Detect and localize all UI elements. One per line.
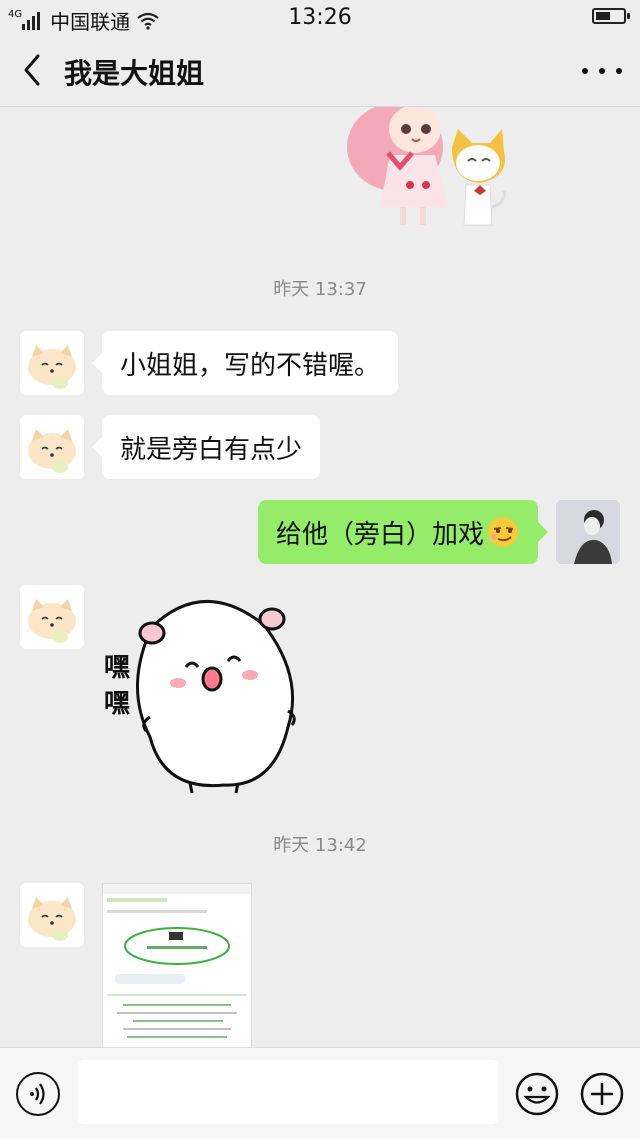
chevron-left-icon[interactable] — [18, 52, 48, 88]
battery-icon — [592, 8, 630, 24]
status-time: 13:26 — [288, 5, 352, 30]
timestamp: 昨天 13:37 — [273, 279, 367, 300]
sticker-text: 嘿 — [104, 689, 131, 719]
avatar[interactable] — [20, 331, 84, 395]
anime-girl-sticker[interactable] — [340, 107, 520, 237]
input-bar — [0, 1047, 640, 1139]
message-text: 给他（旁白）加戏 — [275, 519, 484, 550]
status-bar: 4G 中国联通 13:26 — [0, 0, 640, 34]
chat-title: 我是大姐姐 — [64, 57, 205, 90]
plus-icon[interactable] — [580, 1072, 624, 1116]
bear-sticker[interactable]: 嘿 嘿 — [104, 587, 304, 797]
smirk-emoji-icon — [488, 517, 518, 547]
cat-avatar-image — [28, 429, 76, 473]
cat-avatar-image — [28, 897, 76, 941]
voice-waves — [30, 1083, 45, 1105]
profile-photo — [556, 500, 620, 564]
screenshot-thumbnail — [103, 884, 251, 1038]
timestamp: 昨天 13:42 — [273, 835, 367, 856]
message-bubble[interactable]: 就是旁白有点少 — [91, 415, 321, 479]
message-input[interactable] — [78, 1060, 498, 1124]
avatar[interactable] — [20, 585, 84, 649]
avatar[interactable] — [20, 415, 84, 479]
message-bubble[interactable]: 小姐姐，写的不错喔。 — [91, 331, 399, 395]
my-message-bubble[interactable]: 给他（旁白）加戏 — [257, 500, 549, 564]
smiley-icon[interactable] — [515, 1072, 559, 1116]
my-avatar[interactable] — [556, 500, 620, 564]
sticker-text: 嘿 — [104, 653, 131, 683]
voice-icon[interactable] — [16, 1072, 60, 1116]
white-bear-image — [136, 600, 296, 794]
avatar[interactable] — [20, 883, 84, 947]
cat-avatar-image — [28, 345, 76, 389]
more-dots-icon[interactable] — [582, 56, 622, 86]
cat-avatar-image — [28, 599, 76, 643]
screenshot-image-message[interactable] — [102, 883, 252, 1047]
message-list[interactable]: 昨天 13:37 小姐姐，写的不错喔。 就是旁白有点少 给他（旁白）加戏 嘿 嘿… — [0, 107, 640, 1047]
chat-header: 我是大姐姐 — [0, 34, 640, 107]
